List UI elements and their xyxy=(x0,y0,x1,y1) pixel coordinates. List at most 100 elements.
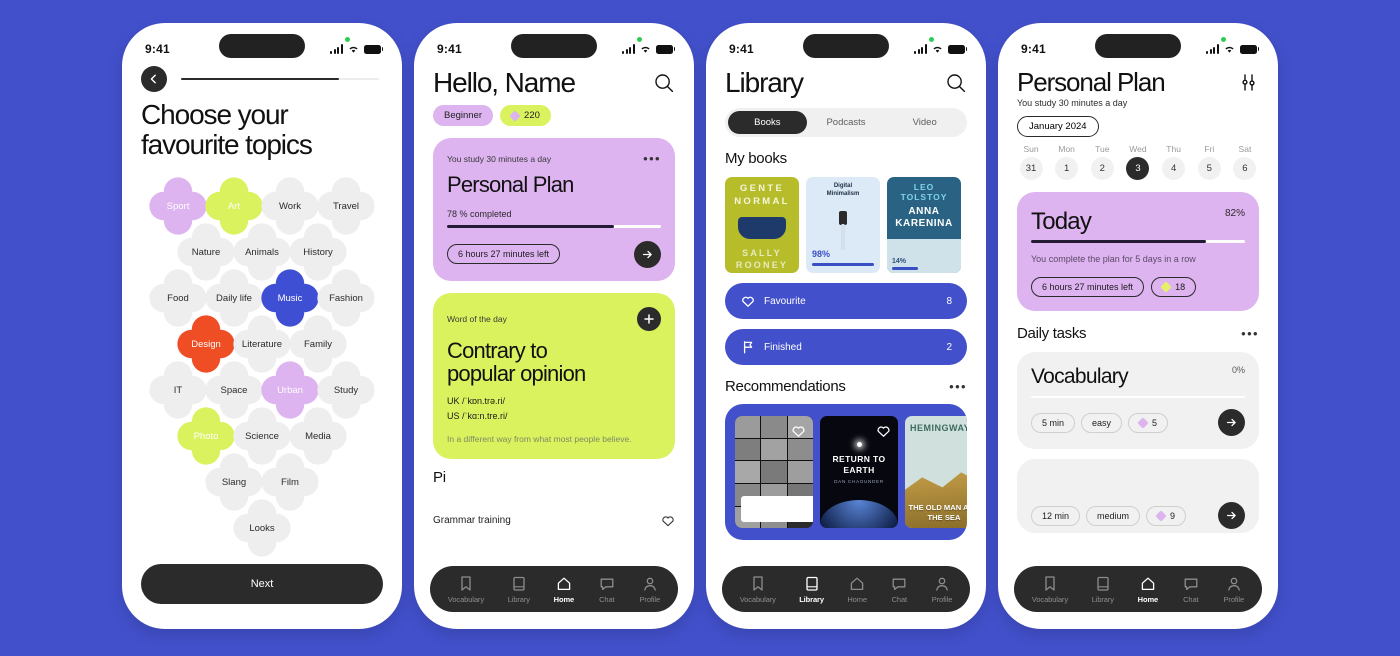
month-selector[interactable]: January 2024 xyxy=(1017,116,1099,138)
bottom-tab-bar-home[interactable]: Vocabulary Library Home Chat Profile xyxy=(430,566,678,612)
status-bar: 9:41 xyxy=(1001,26,1275,62)
page-title: Personal Plan xyxy=(1017,67,1166,97)
battery-icon xyxy=(1240,44,1260,54)
ellipsis-icon[interactable]: ••• xyxy=(1241,327,1259,340)
tab-chat[interactable]: Chat xyxy=(598,575,616,604)
tab-vocabulary[interactable]: Vocabulary xyxy=(740,575,776,604)
personal-plan-card[interactable]: You study 30 minutes a day ••• Personal … xyxy=(433,138,675,281)
mockup-showcase: 9:41 Choose your favourite topics Sport A… xyxy=(0,0,1400,656)
recording-dot-icon xyxy=(1221,37,1226,42)
calendar-day-mon[interactable]: Mon 1 xyxy=(1053,144,1081,181)
today-percent: 82% xyxy=(1224,208,1245,220)
ellipsis-icon[interactable]: ••• xyxy=(949,380,967,393)
cellular-icon xyxy=(913,44,927,54)
segment-books[interactable]: Books xyxy=(728,111,807,135)
search-icon[interactable] xyxy=(653,72,675,94)
flag-icon xyxy=(743,341,753,354)
person-icon xyxy=(643,577,656,591)
segment-podcasts[interactable]: Podcasts xyxy=(807,111,886,134)
recommendation-subtitle: DAN CHAOUNDER xyxy=(834,479,884,485)
book-cover-1[interactable]: GENTE NORMAL SALLY ROONEY xyxy=(725,177,799,274)
bottom-tab-bar-library[interactable]: Vocabulary Library Home Chat Profile xyxy=(722,566,970,612)
week-calendar[interactable]: Sun 31 Mon 1 Tue 2 Wed 3 Thu 4 Fri 5 Sat 6 xyxy=(1017,144,1259,181)
phone-home: 9:41 Hello, Name Beginner 220 You study … xyxy=(417,26,691,626)
ellipsis-icon[interactable]: ••• xyxy=(643,152,661,165)
topic-cloud: Sport Art Work Travel Nature Animals History Fo… xyxy=(125,176,399,559)
tab-chat[interactable]: Chat xyxy=(890,575,908,604)
topic-bubble-looks[interactable]: Looks xyxy=(232,498,292,559)
task-start-button[interactable] xyxy=(1218,409,1245,437)
recommendation-cover-eye-grid[interactable] xyxy=(735,416,813,529)
tab-label: Chat xyxy=(599,594,615,604)
heart-icon xyxy=(742,296,754,308)
recommendations-carousel[interactable]: RETURN TO EARTH DAN CHAOUNDER HEMINGWAY … xyxy=(725,404,967,541)
task-difficulty: medium xyxy=(1086,505,1141,526)
word-of-the-day-card[interactable]: Word of the day Contrary to popular opin… xyxy=(433,292,675,459)
calendar-day-sat[interactable]: Sat 6 xyxy=(1231,144,1259,181)
plan-go-button[interactable] xyxy=(634,240,661,268)
task-percent: 0% xyxy=(1231,364,1245,375)
book-title: Digital Minimalism xyxy=(826,183,860,198)
calendar-day-fri[interactable]: Fri 5 xyxy=(1195,144,1223,181)
tab-vocabulary[interactable]: Vocabulary xyxy=(1032,575,1068,604)
day-number: 5 xyxy=(1197,157,1221,181)
task-gems: 9 xyxy=(1146,505,1187,526)
back-button[interactable] xyxy=(141,66,167,92)
task-card-second[interactable]: 12 min medium 9 xyxy=(1017,459,1259,534)
level-chip[interactable]: Beginner xyxy=(433,105,494,127)
plan-progress-bar xyxy=(447,225,661,228)
task-name: Vocabulary xyxy=(1031,364,1129,388)
calendar-day-sun[interactable]: Sun 31 xyxy=(1017,144,1045,181)
calendar-day-tue[interactable]: Tue 2 xyxy=(1088,144,1116,181)
tab-library[interactable]: Library xyxy=(508,575,530,604)
home-icon xyxy=(557,577,571,590)
calendar-day-thu[interactable]: Thu 4 xyxy=(1160,144,1188,181)
tab-vocabulary[interactable]: Vocabulary xyxy=(448,575,484,604)
bottom-tab-bar-plan[interactable]: Vocabulary Library Home Chat Profile xyxy=(1014,566,1262,612)
recommendation-author: HEMINGWAY xyxy=(910,423,967,434)
heart-icon[interactable] xyxy=(876,424,891,438)
book-cover-2[interactable]: Digital Minimalism 98% xyxy=(806,177,880,274)
tab-home[interactable]: Home xyxy=(1138,575,1158,604)
library-row-count: 2 xyxy=(946,341,952,353)
tab-library[interactable]: Library xyxy=(799,575,824,604)
tab-chat[interactable]: Chat xyxy=(1182,575,1200,604)
library-row-finished[interactable]: Finished 2 xyxy=(725,329,967,366)
tab-library[interactable]: Library xyxy=(1092,575,1114,604)
library-row-label: Favourite xyxy=(764,295,806,307)
tab-home[interactable]: Home xyxy=(554,575,574,604)
content-type-segmented-control[interactable]: Books Podcasts Video xyxy=(725,108,967,138)
page-subtitle: You study 30 minutes a day xyxy=(1017,98,1128,109)
my-books-carousel[interactable]: GENTE NORMAL SALLY ROONEY Digital Minimalism 9… xyxy=(725,177,967,274)
book-author: LEO TOLSTOY xyxy=(900,182,948,203)
today-card[interactable]: Today 82% You complete the plan for 5 da… xyxy=(1017,192,1259,311)
tab-profile[interactable]: Profile xyxy=(1224,575,1244,604)
day-number: 6 xyxy=(1233,157,1257,181)
search-icon[interactable] xyxy=(945,72,967,94)
plan-time-left: 6 hours 27 minutes left xyxy=(447,244,561,265)
calendar-day-wed[interactable]: Wed 3 xyxy=(1124,144,1152,181)
library-row-favourite[interactable]: Favourite 8 xyxy=(725,283,967,320)
today-gems-value: 18 xyxy=(1175,281,1186,292)
segment-video[interactable]: Video xyxy=(885,111,964,134)
next-button[interactable]: Next xyxy=(141,564,383,604)
tab-profile[interactable]: Profile xyxy=(640,575,660,604)
recommendation-cover-old-man-and-the-sea[interactable]: HEMINGWAY THE OLD MAN AND THE SEA xyxy=(905,416,967,529)
topic-label: Slang xyxy=(221,476,247,488)
heart-icon[interactable] xyxy=(661,514,675,527)
task-card-vocabulary[interactable]: Vocabulary 0% 5 min easy 5 xyxy=(1017,351,1259,450)
topic-label: Fashion xyxy=(329,292,363,304)
status-time: 9:41 xyxy=(729,42,754,56)
book-cover-3[interactable]: LEO TOLSTOY ANNA KARENINA 14% xyxy=(887,177,961,274)
tab-profile[interactable]: Profile xyxy=(932,575,952,604)
tab-label: Library xyxy=(507,594,530,604)
task-start-button[interactable] xyxy=(1218,502,1245,530)
arrow-right-icon xyxy=(1226,511,1236,520)
points-chip[interactable]: 220 xyxy=(500,105,551,127)
tab-home[interactable]: Home xyxy=(847,575,867,604)
sliders-icon[interactable] xyxy=(1238,72,1259,93)
heart-icon[interactable] xyxy=(791,424,806,438)
recommendation-cover-return-to-earth[interactable]: RETURN TO EARTH DAN CHAOUNDER xyxy=(820,416,898,529)
add-word-button[interactable] xyxy=(637,306,661,331)
peek-section-title: Pi xyxy=(433,468,446,486)
